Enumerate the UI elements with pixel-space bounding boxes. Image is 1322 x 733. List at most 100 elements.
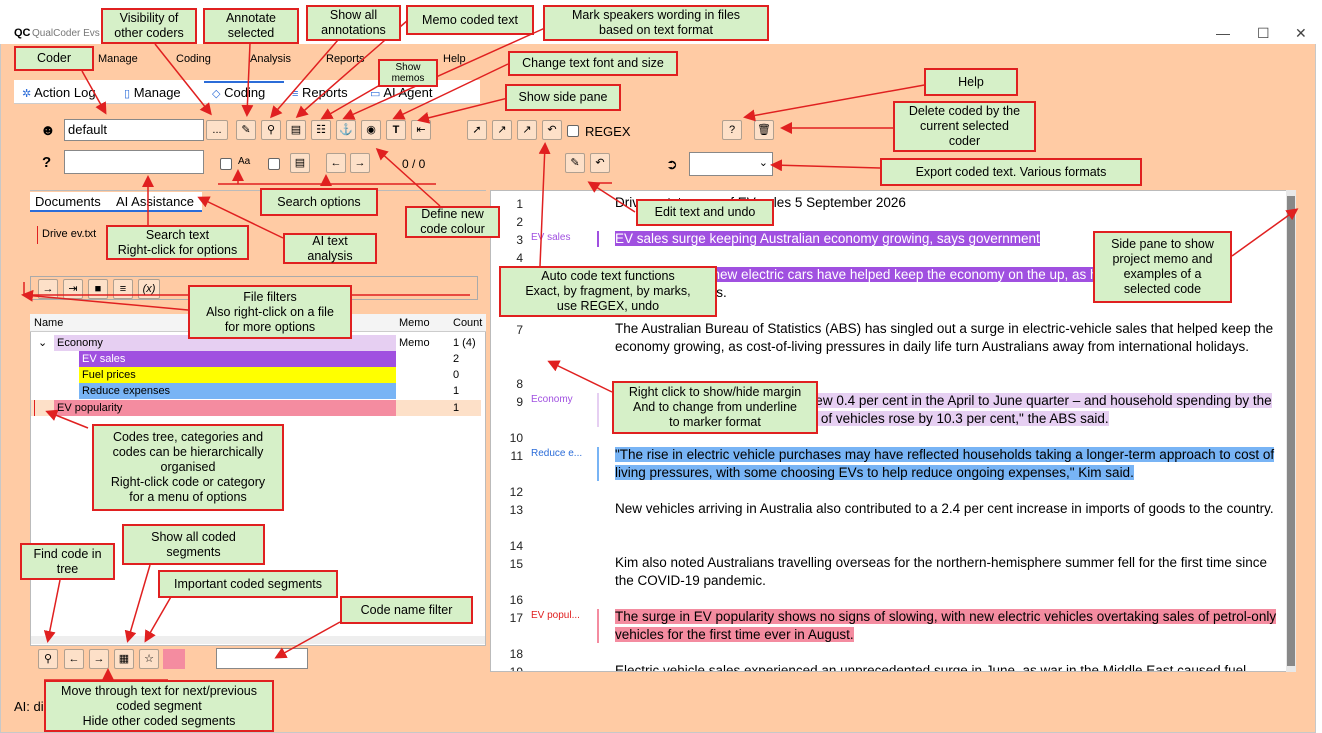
coded-segment[interactable]: EV sales surge keeping Australian econom…: [615, 231, 1040, 246]
side-pane-icon[interactable]: ⇤: [411, 120, 431, 140]
edit-text-icon[interactable]: ✎: [565, 153, 585, 173]
callout-help: Help: [924, 68, 1018, 96]
status-bar: AI: di: [14, 699, 44, 714]
callout-right-click-margin: Right click to show/hide margin And to c…: [612, 381, 818, 434]
callout-show-memos: Show memos: [378, 59, 438, 87]
list-icon: ≡: [292, 88, 299, 100]
coder-input[interactable]: default: [64, 119, 204, 141]
tab-coding[interactable]: ◇ Coding: [212, 85, 265, 100]
callout-export: Export coded text. Various formats: [880, 158, 1142, 186]
coded-segment[interactable]: The surge in EV popularity shows no sign…: [615, 609, 1277, 642]
callout-show-side-pane: Show side pane: [505, 84, 621, 111]
search-input[interactable]: [64, 150, 204, 174]
search-all-files-checkbox[interactable]: [268, 158, 280, 170]
line-number: 2: [516, 215, 523, 229]
search-previous-icon[interactable]: ←: [326, 153, 346, 173]
question-icon: ?: [42, 154, 52, 171]
palette-icon[interactable]: ◉: [361, 120, 381, 140]
tree-row-fuel-prices[interactable]: Fuel prices: [79, 367, 396, 383]
callout-side-pane-memo: Side pane to show project memo and examp…: [1093, 231, 1232, 303]
next-segment-icon[interactable]: →: [89, 649, 109, 669]
tree-h-scrollbar[interactable]: [31, 636, 485, 644]
tab-manage[interactable]: ▯ Manage: [124, 85, 181, 100]
tree-count: 2: [453, 353, 460, 365]
filter-stop-icon[interactable]: ■: [88, 279, 108, 299]
line-number: 19: [509, 665, 523, 672]
maximize-icon[interactable]: ☐: [1257, 25, 1270, 42]
regex-checkbox[interactable]: [567, 125, 579, 137]
previous-segment-icon[interactable]: ←: [64, 649, 84, 669]
minimize-icon[interactable]: —: [1216, 25, 1230, 41]
filter-variable-icon[interactable]: (x): [138, 279, 160, 299]
tag-icon: ◇: [212, 88, 221, 100]
auto-code-marks-icon[interactable]: ↗: [517, 120, 537, 140]
margin-code-label[interactable]: EV popul...: [531, 610, 580, 621]
margin-code-label[interactable]: EV sales: [531, 232, 570, 243]
find-code-icon[interactable]: ⚲: [38, 649, 58, 669]
tree-count: 1 (4): [453, 337, 476, 349]
delete-icon[interactable]: 🗑: [754, 120, 774, 140]
tab-documents[interactable]: Documents: [35, 194, 101, 209]
filter-next-icon[interactable]: →: [38, 279, 58, 299]
tree-count: 1: [453, 402, 460, 414]
margin-code-label[interactable]: Economy: [531, 394, 573, 405]
tab-reports[interactable]: ≡ Reports: [292, 85, 348, 100]
filter-list-icon[interactable]: ≡: [113, 279, 133, 299]
edit-undo-icon[interactable]: ↶: [590, 153, 610, 173]
font-size-icon[interactable]: T: [386, 120, 406, 140]
memo-icon[interactable]: ▤: [286, 120, 306, 140]
filter-last-icon[interactable]: ⇥: [63, 279, 83, 299]
mark-speakers-icon[interactable]: ⚓: [336, 120, 356, 140]
doc-line: New vehicles arriving in Australia also …: [615, 501, 1274, 516]
line-number: 8: [516, 377, 523, 391]
menu-help[interactable]: Help: [443, 53, 466, 65]
coded-segment[interactable]: "The rise in electric vehicle purchases …: [615, 447, 1275, 480]
coder-visibility-button[interactable]: ...: [206, 120, 228, 140]
tab-ai-agent[interactable]: ▭ AI Agent: [370, 85, 432, 100]
callout-important-coded: Important coded segments: [158, 570, 338, 598]
menu-manage[interactable]: Manage: [98, 53, 138, 65]
doc-line: Electric vehicle sales experienced an un…: [615, 663, 1247, 672]
margin-bar: [597, 393, 599, 427]
line-number: 10: [509, 431, 523, 445]
menu-analysis[interactable]: Analysis: [250, 53, 291, 65]
line-number: 4: [516, 251, 523, 265]
callout-visibility: Visibility of other coders: [101, 8, 197, 44]
annotate-icon[interactable]: ✎: [236, 120, 256, 140]
tab-label: Reports: [302, 85, 348, 100]
search-files-icon[interactable]: ▤: [290, 153, 310, 173]
show-all-coded-icon[interactable]: ▦: [114, 649, 134, 669]
chevron-down-icon[interactable]: ⌄: [38, 335, 47, 351]
export-format-select[interactable]: ⌄: [689, 152, 773, 176]
tree-row-reduce-expenses[interactable]: Reduce expenses: [79, 383, 396, 399]
line-number: 11: [510, 449, 523, 463]
tree-header-memo: Memo: [399, 317, 430, 329]
help-button[interactable]: ?: [722, 120, 742, 140]
callout-delete-coded: Delete coded by the current selected cod…: [893, 101, 1036, 152]
callout-file-filters: File filters Also right-click on a file …: [188, 285, 352, 339]
margin-code-label[interactable]: Reduce e...: [531, 448, 582, 459]
search-next-icon[interactable]: →: [350, 153, 370, 173]
auto-code-fragment-icon[interactable]: ↗: [492, 120, 512, 140]
current-code-color: [163, 649, 185, 669]
tab-ai-assistance[interactable]: AI Assistance: [116, 194, 194, 209]
tab-action-log[interactable]: ✲ Action Log: [22, 85, 96, 100]
doc-line: Kim also noted Australians travelling ov…: [615, 555, 1268, 588]
search-case-checkbox[interactable]: [220, 158, 232, 170]
show-annotations-icon[interactable]: ⚲: [261, 120, 281, 140]
tree-row-ev-sales[interactable]: EV sales: [79, 351, 396, 367]
file-item[interactable]: Drive ev.txt: [42, 228, 96, 240]
search-case-label: Aa: [238, 156, 251, 167]
line-number: 9: [516, 395, 523, 409]
menu-reports[interactable]: Reports: [326, 53, 365, 65]
code-name-filter-input[interactable]: [216, 648, 308, 669]
close-icon[interactable]: ✕: [1295, 25, 1307, 42]
show-memos-icon[interactable]: ☷: [311, 120, 331, 140]
tree-row-ev-popularity[interactable]: EV popularity: [54, 400, 396, 416]
auto-code-undo-icon[interactable]: ↶: [542, 120, 562, 140]
star-icon[interactable]: ☆: [139, 649, 159, 669]
callout-codes-tree: Codes tree, categories and codes can be …: [92, 424, 284, 511]
menu-coding[interactable]: Coding: [176, 53, 211, 65]
doc-scroll-thumb[interactable]: [1287, 196, 1295, 666]
auto-code-exact-icon[interactable]: ➚: [467, 120, 487, 140]
